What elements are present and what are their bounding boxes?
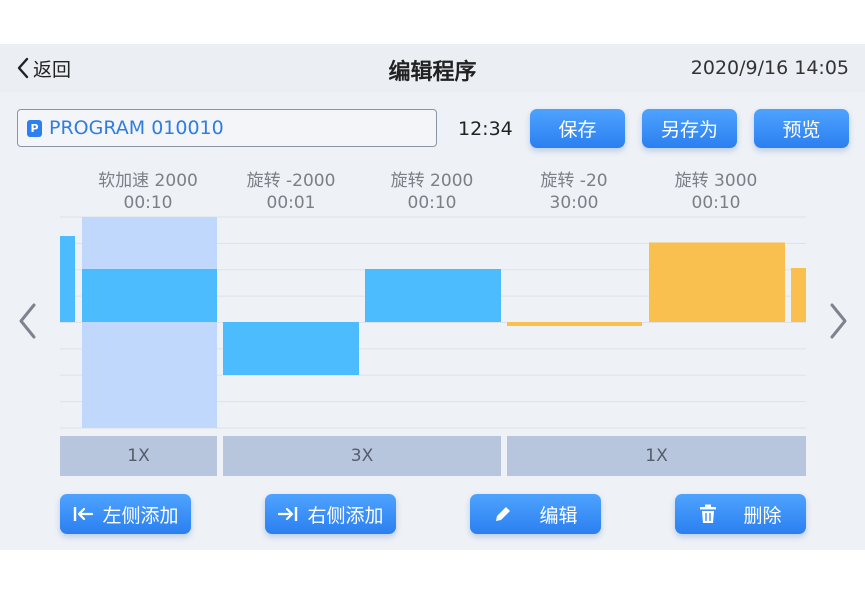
edit-label: 编辑 bbox=[539, 504, 578, 527]
repeat-count-block[interactable]: 1X bbox=[60, 436, 217, 476]
program-chart bbox=[60, 216, 806, 429]
segment-bar[interactable] bbox=[82, 269, 217, 322]
edit-program-screen: 返回 编辑程序 2020/9/16 14:05 P PROGRAM 010010… bbox=[0, 44, 865, 550]
repeat-count-block[interactable]: 1X bbox=[507, 436, 806, 476]
insert-left-icon bbox=[72, 505, 94, 523]
segment-bar[interactable] bbox=[223, 322, 359, 375]
edit-button[interactable]: 编辑 bbox=[470, 494, 601, 534]
add-right-label: 右侧添加 bbox=[307, 504, 384, 527]
repeat-count-block[interactable]: 3X bbox=[223, 436, 501, 476]
insert-right-icon bbox=[277, 505, 299, 523]
trash-icon bbox=[699, 504, 717, 524]
pencil-icon bbox=[493, 504, 513, 524]
offscreen-segment-bar-right bbox=[791, 268, 806, 322]
offscreen-segment-bar-left bbox=[60, 236, 75, 322]
chevron-right-icon bbox=[830, 303, 847, 339]
segment-bar[interactable] bbox=[365, 269, 501, 322]
scroll-left-button[interactable] bbox=[17, 302, 37, 344]
chevron-left-icon bbox=[19, 303, 36, 339]
delete-label: 删除 bbox=[743, 504, 782, 527]
segment-bar[interactable] bbox=[649, 242, 785, 323]
add-right-button[interactable]: 右侧添加 bbox=[265, 494, 396, 534]
add-left-button[interactable]: 左侧添加 bbox=[60, 494, 191, 534]
selected-segment-highlight[interactable] bbox=[82, 217, 217, 428]
add-left-label: 左侧添加 bbox=[102, 504, 179, 527]
scroll-right-button[interactable] bbox=[829, 302, 849, 344]
segment-bar[interactable] bbox=[507, 322, 642, 326]
delete-button[interactable]: 删除 bbox=[675, 494, 806, 534]
